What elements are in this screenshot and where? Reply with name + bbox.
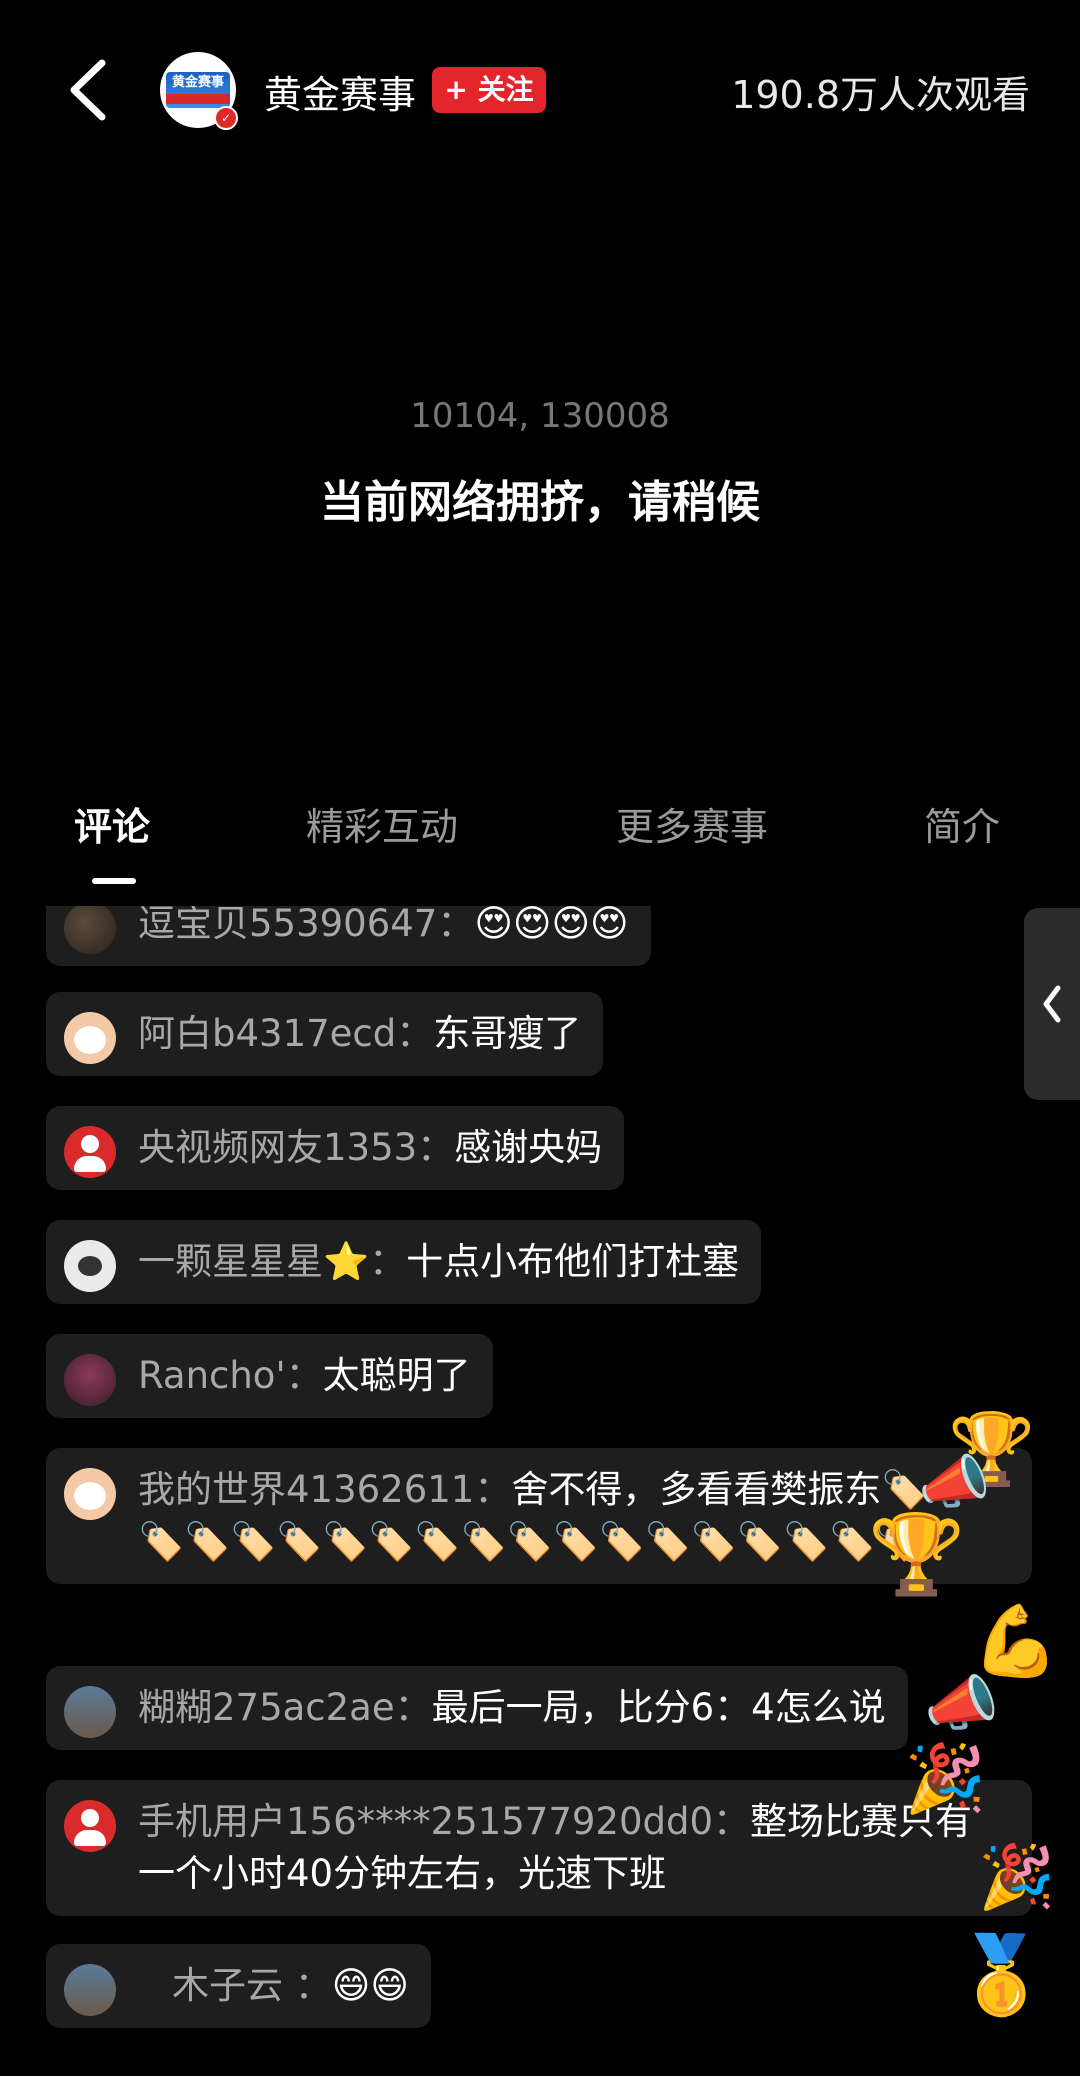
tab-bar: 评论 精彩互动 更多赛事 简介 (0, 796, 1080, 886)
side-panel-toggle[interactable] (1024, 908, 1080, 1100)
comment-user[interactable]: 逗宝贝55390647： (138, 906, 474, 945)
whistle-icon: 📣 (918, 1448, 991, 1516)
comment-item: 逗宝贝55390647：😍😍😍😍 (46, 906, 651, 966)
chevron-left-icon (70, 59, 106, 121)
comment-text: 最后一局，比分6：4怎么说 (431, 1686, 886, 1729)
party-popper-icon: 🎉 (978, 1840, 1056, 1913)
tab-highlights[interactable]: 精彩互动 (306, 796, 458, 851)
comment-user[interactable]: 手机用户156****251577920dd0： (138, 1800, 750, 1843)
comment-item: 手机用户156****251577920dd0：整场比赛只有一个小时40分钟左右… (46, 1780, 1032, 1916)
verified-badge-icon: ✓ (214, 106, 238, 130)
avatar[interactable] (64, 1468, 116, 1520)
party-popper-icon: 🎉 (904, 1740, 987, 1817)
avatar[interactable] (64, 1012, 116, 1064)
tab-more-events[interactable]: 更多赛事 (616, 796, 768, 851)
active-tab-indicator (92, 878, 136, 884)
logo-stripe (166, 94, 230, 104)
error-code: 10104, 130008 (410, 396, 670, 436)
comment-user[interactable]: 木子云 ： (172, 1964, 332, 2007)
comment-item: Rancho'：太聪明了 (46, 1334, 493, 1418)
comment-text: 太聪明了 (322, 1354, 471, 1397)
medal-icon: 🥇 (954, 1930, 1049, 2019)
comment-item: 阿白b4317ecd：东哥瘦了 (46, 992, 604, 1076)
tab-intro[interactable]: 简介 (924, 796, 1000, 851)
comment-text: 😄😄 (331, 1964, 409, 2007)
channel-logo: 黄金赛事 (166, 72, 230, 108)
comment-item: 糊糊275ac2ae：最后一局，比分6：4怎么说 (46, 1666, 908, 1750)
comment-text: 十点小布他们打杜塞 (406, 1240, 740, 1283)
comment-user[interactable]: 阿白b4317ecd： (138, 1012, 433, 1055)
avatar[interactable] (64, 1800, 116, 1852)
error-message: 当前网络拥挤，请稍候 (320, 477, 760, 528)
avatar[interactable] (64, 1686, 116, 1738)
comment-item: 央视频网友1353：感谢央妈 (46, 1106, 625, 1190)
tab-comments[interactable]: 评论 (74, 796, 150, 851)
follow-button[interactable]: + 关注 (432, 67, 546, 113)
comment-text: 😍😍😍😍 (474, 906, 629, 945)
comment-user[interactable]: 央视频网友1353： (138, 1126, 454, 1169)
avatar[interactable] (64, 1126, 116, 1178)
live-header: 黄金赛事 ✓ 黄金赛事 + 关注 190.8万人次观看 (0, 0, 1080, 180)
channel-avatar[interactable]: 黄金赛事 ✓ (160, 52, 238, 130)
chevron-left-icon (1043, 985, 1061, 1023)
whistle-icon: 📣 (924, 1669, 999, 1739)
trophy-icon: 🏆 (868, 1510, 966, 1600)
channel-name[interactable]: 黄金赛事 (264, 64, 416, 119)
comment-user[interactable]: Rancho'： (138, 1354, 323, 1397)
avatar[interactable] (64, 1964, 116, 2016)
comment-user[interactable]: 一颗星星星⭐： (138, 1240, 406, 1283)
comment-text: 东哥瘦了 (433, 1012, 582, 1055)
comment-user[interactable]: 糊糊275ac2ae： (138, 1686, 432, 1729)
comment-text: 感谢央妈 (454, 1126, 603, 1169)
avatar[interactable] (64, 1354, 116, 1406)
back-button[interactable] (60, 55, 120, 125)
viewer-count: 190.8万人次观看 (731, 73, 1030, 117)
comment-item: 木子云 ：😄😄 (46, 1944, 431, 2028)
comment-user[interactable]: 我的世界41362611： (138, 1468, 511, 1511)
logo-text: 黄金赛事 (171, 75, 224, 90)
avatar[interactable] (64, 1240, 116, 1292)
comment-item: 一颗星星星⭐：十点小布他们打杜塞 (46, 1220, 762, 1304)
